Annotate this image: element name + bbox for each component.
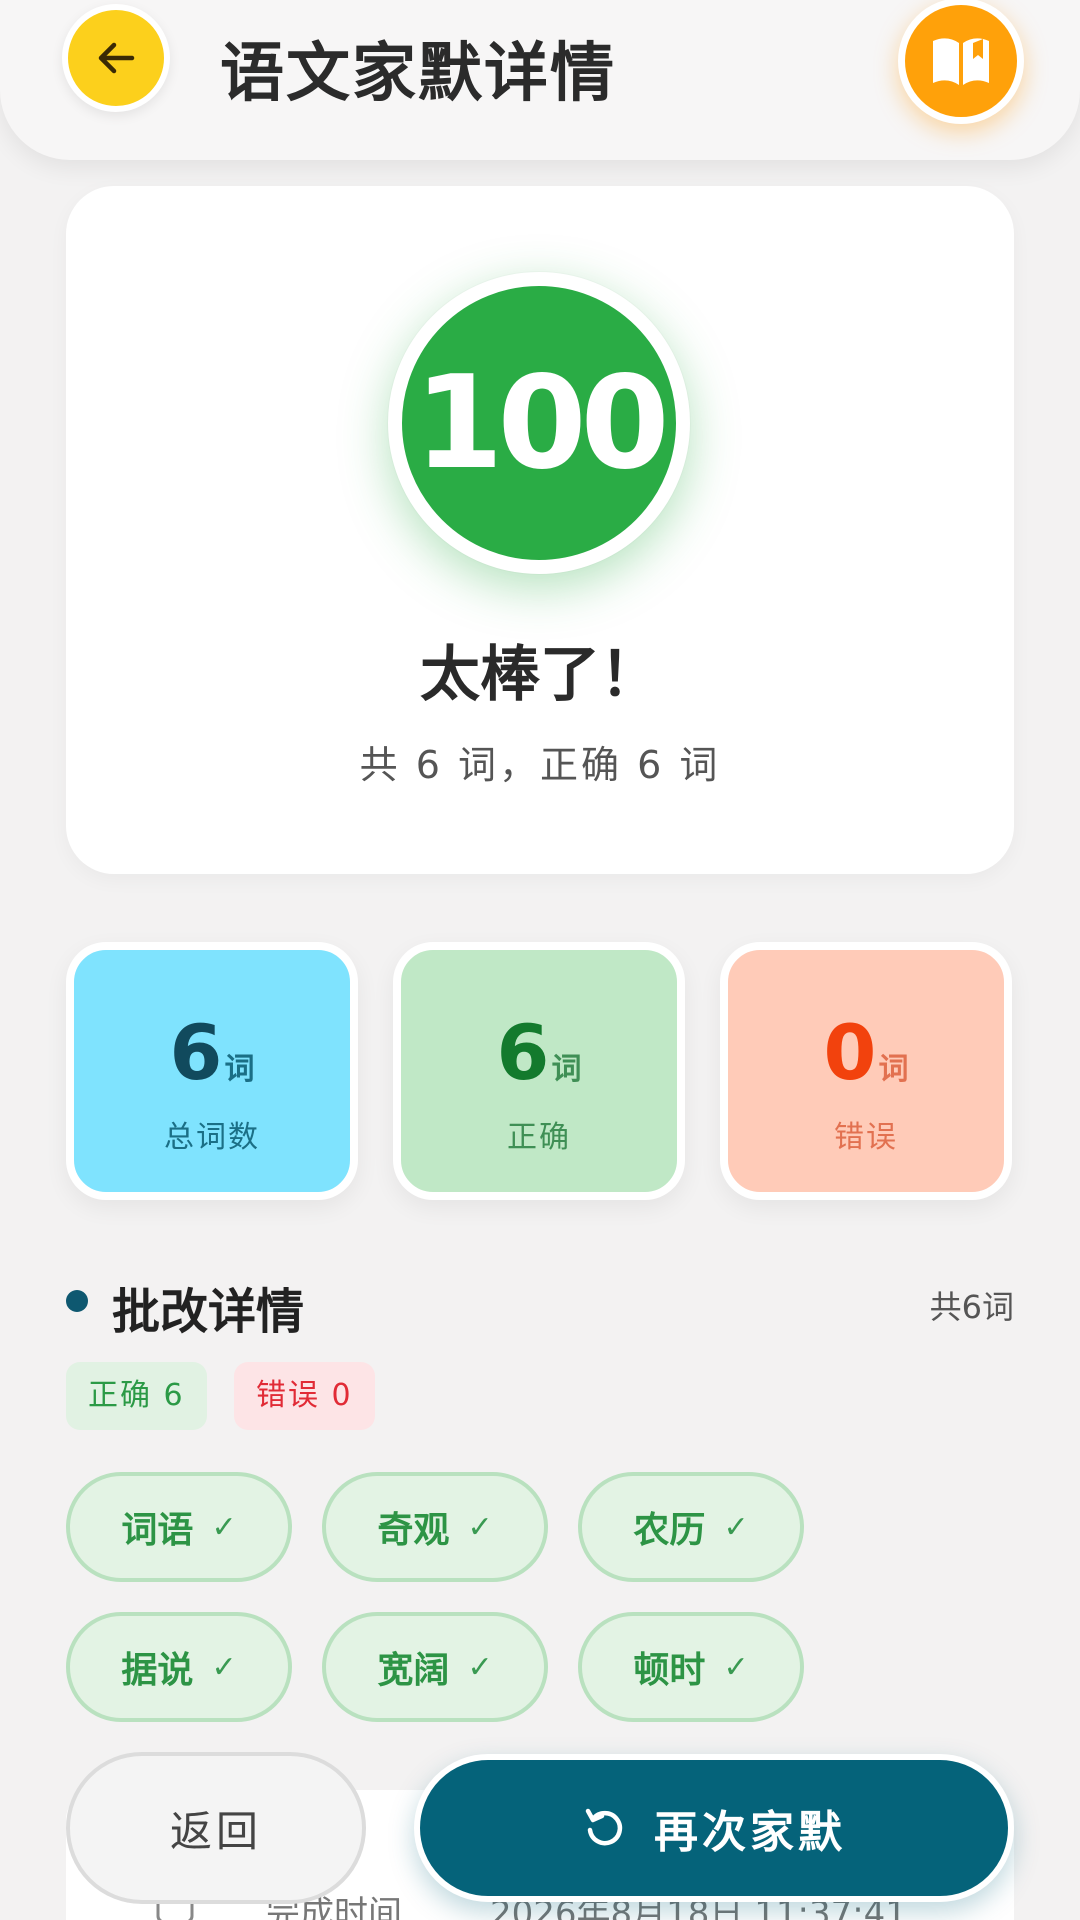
- section-title: 批改详情: [112, 1284, 305, 1340]
- stat-total-label: 总词数: [164, 1120, 260, 1155]
- word-chip[interactable]: 奇观 ✓: [322, 1472, 548, 1582]
- word-chip-text: 词语: [121, 1510, 194, 1551]
- score-card: 100 太棒了！ 共 6 词，正确 6 词: [66, 186, 1014, 874]
- word-chip[interactable]: 据说 ✓: [66, 1612, 292, 1722]
- stat-correct: 6词 正确: [393, 942, 685, 1200]
- back-button[interactable]: [62, 4, 170, 112]
- page-title: 语文家默详情: [220, 37, 616, 111]
- word-chip[interactable]: 农历 ✓: [578, 1472, 804, 1582]
- word-chip-text: 农历: [633, 1510, 706, 1551]
- check-icon: ✓: [467, 1649, 493, 1685]
- word-chip[interactable]: 宽阔 ✓: [322, 1612, 548, 1722]
- score-value: 100: [414, 348, 669, 498]
- refresh-icon: [585, 1808, 623, 1846]
- open-book-icon: [933, 38, 989, 85]
- word-chip[interactable]: 词语 ✓: [66, 1472, 292, 1582]
- stat-wrong-label: 错误: [834, 1120, 898, 1155]
- stat-total-words: 6词 总词数: [66, 942, 358, 1200]
- section-bullet: [66, 1290, 88, 1312]
- return-button-label: 返回: [169, 1806, 262, 1856]
- score-summary: 共 6 词，正确 6 词: [359, 743, 721, 787]
- stat-wrong-unit: 词: [878, 1052, 909, 1087]
- correct-count-tag: 正确 6: [66, 1362, 207, 1430]
- word-chip-text: 据说: [121, 1650, 194, 1691]
- word-chip-text: 顿时: [633, 1650, 706, 1691]
- praise-text: 太棒了！: [420, 640, 660, 710]
- stat-total-value: 6: [169, 1008, 223, 1097]
- arrow-left-icon: [98, 42, 135, 74]
- retry-dictation-button[interactable]: 再次家默: [414, 1754, 1014, 1902]
- stat-correct-unit: 词: [551, 1052, 582, 1087]
- wrong-count-tag: 错误 0: [234, 1362, 375, 1430]
- stat-correct-value: 6: [496, 1008, 550, 1097]
- check-icon: ✓: [211, 1509, 237, 1545]
- check-icon: ✓: [723, 1649, 749, 1685]
- stat-wrong-value: 0: [823, 1008, 877, 1097]
- check-icon: ✓: [211, 1649, 237, 1685]
- book-button[interactable]: [898, 0, 1024, 124]
- check-icon: ✓: [723, 1509, 749, 1545]
- word-chip-text: 奇观: [377, 1510, 450, 1551]
- stat-total-unit: 词: [224, 1052, 255, 1087]
- word-chip[interactable]: 顿时 ✓: [578, 1612, 804, 1722]
- stat-wrong: 0词 错误: [720, 942, 1012, 1200]
- stat-correct-label: 正确: [507, 1120, 571, 1155]
- section-word-count: 共6词: [929, 1288, 1014, 1326]
- word-chip-text: 宽阔: [377, 1650, 450, 1691]
- retry-dictation-label: 再次家默: [654, 1807, 846, 1858]
- check-icon: ✓: [467, 1509, 493, 1545]
- score-badge: 100: [388, 272, 690, 574]
- return-button[interactable]: 返回: [66, 1752, 366, 1904]
